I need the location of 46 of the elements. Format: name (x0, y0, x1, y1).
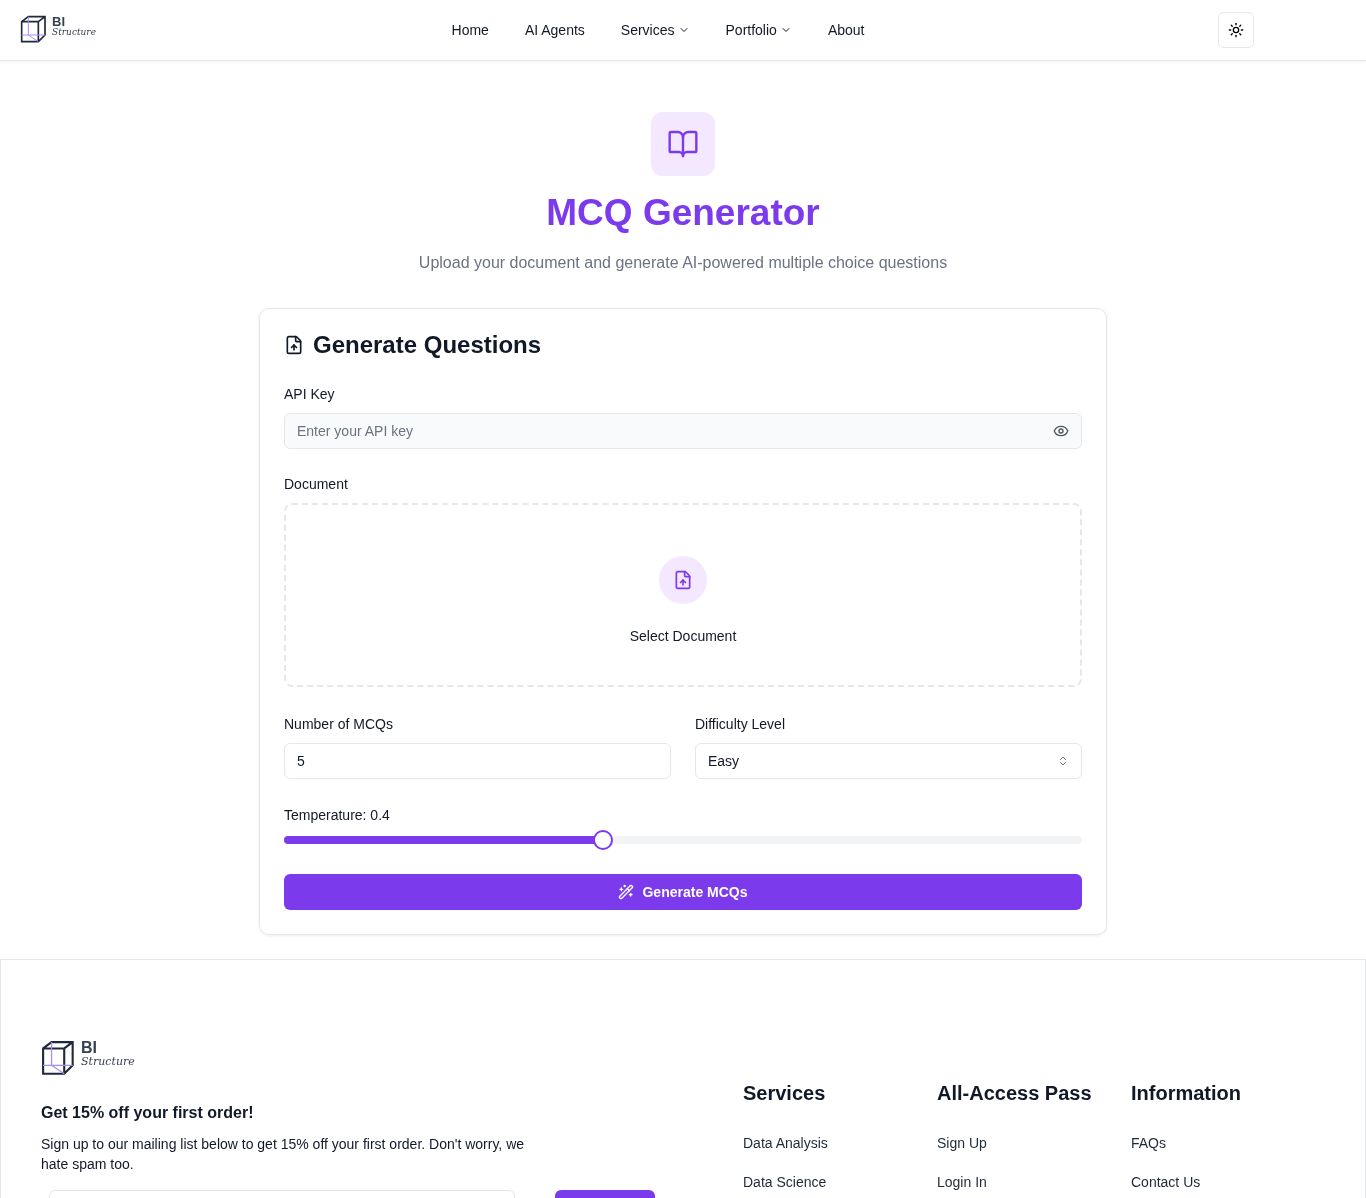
api-key-input[interactable]: Enter your API key (297, 423, 1053, 439)
theme-toggle-button[interactable] (1218, 12, 1254, 48)
generate-button[interactable]: Generate MCQs (284, 874, 1082, 910)
field-label: Difficulty Level (695, 716, 786, 732)
footer-link[interactable]: Sign Up (937, 1135, 1131, 1151)
offer-title: Get 15% off your first order! (41, 1104, 255, 1122)
field-label: API Key (284, 386, 336, 402)
footer-column-title: All-Access Pass (937, 1082, 1093, 1105)
nav-link[interactable]: Home (451, 22, 489, 38)
api-key-field[interactable]: Enter your API key (284, 413, 1082, 449)
slider-label: Temperature: 0.4 (284, 807, 391, 823)
document-drop-zone[interactable]: Select Document (284, 503, 1082, 687)
footer-link[interactable]: FAQs (1131, 1135, 1325, 1151)
mcq-count-field[interactable]: 5 (284, 743, 671, 779)
nav-link[interactable]: Services (620, 22, 690, 38)
logo-subtitle: Structure (81, 1056, 135, 1067)
temperature-slider[interactable] (284, 830, 1082, 850)
footer-link[interactable]: Data Analysis (743, 1135, 937, 1151)
logo-title: BI (52, 15, 65, 28)
card-title: Generate Questions (313, 331, 542, 359)
page-subtitle: Upload your document and generate AI-powered multiple choice questions (418, 254, 948, 272)
book-icon (667, 128, 699, 160)
footer-link[interactable]: Data Science (743, 1174, 937, 1190)
drop-zone-text: Select Document (629, 628, 737, 644)
footer-column-title: Services (743, 1082, 827, 1105)
magic-wand-icon (618, 884, 635, 900)
footer-link[interactable]: Login In (937, 1174, 1131, 1190)
field-label: Document (284, 476, 349, 492)
mcq-count-input[interactable]: 5 (297, 753, 658, 769)
footer-link[interactable]: Contact Us (1131, 1174, 1325, 1190)
nav-link[interactable]: AI Agents (524, 22, 585, 38)
file-upload-icon (659, 556, 707, 604)
eye-icon[interactable] (1053, 423, 1069, 439)
logo-subtitle: Structure (52, 28, 96, 37)
logo-title: BI (81, 1040, 98, 1056)
page-title: MCQ Generator (546, 192, 820, 234)
offer-text: Sign up to our mailing list below to get 15% off your first order. Don't worry, we hate spam too. (41, 1135, 526, 1174)
file-upload-icon (284, 335, 304, 355)
chevrons-icon (1057, 755, 1069, 767)
nav-link[interactable]: About (827, 22, 865, 38)
slider-thumb[interactable] (593, 830, 614, 850)
difficulty-select[interactable]: Easy (695, 743, 1082, 779)
field-label: Number of MCQs (284, 716, 394, 732)
footer-column-title: Information (1131, 1082, 1242, 1105)
sun-icon (1228, 22, 1244, 38)
nav-link[interactable]: Portfolio (725, 22, 792, 38)
